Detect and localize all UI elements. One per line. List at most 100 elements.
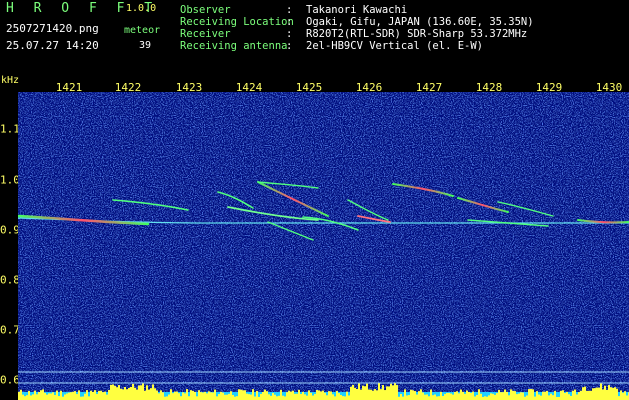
signal-bar — [338, 393, 340, 400]
signal-bar — [106, 394, 108, 400]
signal-bar — [224, 394, 226, 400]
signal-bar — [278, 395, 280, 400]
signal-bar — [442, 396, 444, 400]
signal-bar — [466, 390, 468, 400]
y-tick-label: 1.1 — [0, 122, 20, 136]
signal-bar — [598, 387, 600, 400]
spectrogram-plot — [18, 92, 629, 400]
signal-bar — [424, 394, 426, 400]
signal-bar — [274, 394, 276, 400]
signal-bar — [318, 390, 320, 400]
signal-bar — [498, 389, 500, 400]
signal-bar — [382, 385, 384, 400]
signal-bar — [348, 395, 350, 400]
signal-bar — [416, 394, 418, 400]
signal-bar — [248, 394, 250, 400]
signal-bar — [606, 389, 608, 400]
signal-bar — [262, 391, 264, 400]
signal-bar — [46, 394, 48, 400]
signal-bar — [134, 387, 136, 400]
signal-bar — [284, 396, 286, 400]
signal-bar — [440, 391, 442, 400]
signal-bar — [304, 394, 306, 400]
signal-bar — [380, 389, 382, 400]
signal-bar — [228, 393, 230, 400]
signal-bar — [386, 386, 388, 400]
location-label: Receiving Location — [180, 16, 294, 28]
signal-bar — [78, 390, 80, 400]
signal-bar — [250, 394, 252, 400]
signal-bar — [98, 390, 100, 400]
signal-bar — [364, 386, 366, 400]
observer-label: Observer — [180, 4, 231, 16]
observer-colon: : — [286, 4, 293, 16]
signal-bar — [444, 394, 446, 400]
signal-bar — [56, 390, 58, 400]
signal-bar — [540, 395, 542, 400]
signal-bar — [222, 392, 224, 400]
signal-bar — [188, 396, 190, 400]
signal-bar — [438, 396, 440, 400]
signal-bar — [266, 391, 268, 400]
signal-bar — [542, 391, 544, 400]
signal-bar — [100, 390, 102, 400]
signal-bar — [70, 392, 72, 400]
signal-bar — [320, 391, 322, 400]
signal-bar — [246, 393, 248, 400]
signal-bar — [48, 393, 50, 400]
signal-bar — [66, 393, 68, 400]
signal-bar — [256, 390, 258, 400]
signal-bar — [494, 394, 496, 400]
signal-bar — [370, 389, 372, 400]
signal-bar — [436, 396, 438, 400]
signal-bar — [488, 395, 490, 400]
signal-bar — [620, 390, 622, 400]
y-tick-label: 1.0 — [0, 173, 20, 187]
file-name: 2507271420.png — [6, 22, 99, 35]
signal-bar — [384, 390, 386, 400]
signal-bar — [272, 392, 274, 400]
signal-bar — [210, 392, 212, 400]
signal-bar — [516, 394, 518, 400]
signal-bar — [286, 392, 288, 400]
signal-bar — [288, 390, 290, 400]
signal-bar — [432, 395, 434, 400]
signal-bar — [366, 383, 368, 400]
signal-bar — [204, 391, 206, 400]
signal-bar — [240, 389, 242, 400]
signal-bar — [330, 391, 332, 400]
signal-bar — [554, 390, 556, 400]
signal-bar — [414, 391, 416, 400]
signal-bar — [328, 391, 330, 400]
signal-bar — [234, 396, 236, 400]
signal-bar — [538, 394, 540, 400]
signal-bar — [264, 389, 266, 400]
signal-bar — [260, 393, 262, 400]
signal-bar — [478, 389, 480, 400]
signal-bar — [42, 389, 44, 400]
signal-bar — [282, 395, 284, 400]
signal-bar — [38, 392, 40, 400]
observer-value: Takanori Kawachi — [306, 4, 408, 16]
signal-bar — [296, 393, 298, 400]
signal-bar — [418, 391, 420, 400]
signal-bar — [530, 389, 532, 400]
signal-bar — [502, 392, 504, 400]
signal-bar — [40, 390, 42, 400]
signal-bar — [536, 391, 538, 400]
y-tick-label: 0.6 — [0, 373, 20, 387]
signal-bar — [176, 391, 178, 400]
signal-bar — [326, 395, 328, 400]
signal-bar — [610, 387, 612, 400]
signal-bar — [572, 390, 574, 400]
signal-bar — [68, 392, 70, 400]
signal-bar — [102, 392, 104, 400]
signal-bar — [496, 393, 498, 400]
signal-bar — [532, 389, 534, 400]
signal-bar — [612, 387, 614, 400]
signal-bar — [94, 390, 96, 400]
datetime: 25.07.27 14:20 — [6, 39, 99, 52]
signal-bar — [300, 393, 302, 400]
signal-bar — [118, 385, 120, 400]
signal-bar — [392, 385, 394, 400]
